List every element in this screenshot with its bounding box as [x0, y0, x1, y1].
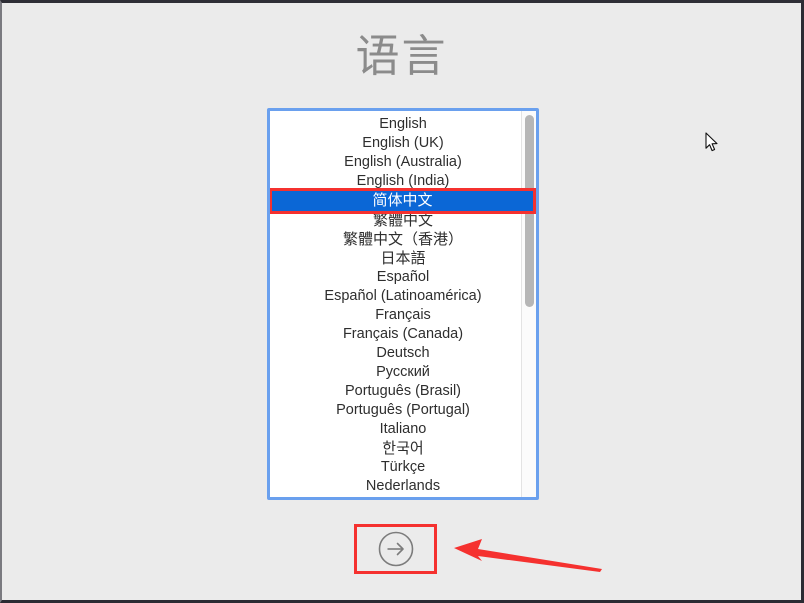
language-list-scrollbar[interactable] [521, 111, 536, 497]
language-option[interactable]: English (Australia) [270, 153, 536, 172]
language-option-selected[interactable]: 简体中文 [272, 191, 533, 211]
language-list: English English (UK) English (Australia) En… [270, 115, 536, 496]
language-option[interactable]: English (UK) [270, 134, 536, 153]
language-option[interactable]: Português (Brasil) [270, 382, 536, 401]
language-option[interactable]: Русский [270, 363, 536, 382]
language-option[interactable]: Español (Latinoamérica) [270, 287, 536, 306]
annotation-arrow-icon [442, 537, 612, 583]
language-option[interactable]: Português (Portugal) [270, 401, 536, 420]
language-option[interactable]: Italiano [270, 420, 536, 439]
language-option[interactable]: English [270, 115, 536, 134]
mouse-cursor-icon [705, 132, 721, 154]
next-button-highlight-box [354, 524, 437, 574]
language-option[interactable]: Français (Canada) [270, 325, 536, 344]
page-surface: 语言 English English (UK) English (Australia… [2, 3, 801, 600]
page-title: 语言 [355, 32, 448, 81]
language-option[interactable]: 繁體中文 [270, 211, 536, 230]
language-option[interactable]: Türkçe [270, 458, 536, 477]
language-option[interactable]: Español [270, 268, 536, 287]
language-option[interactable]: 繁體中文（香港） [270, 230, 536, 249]
scrollbar-thumb[interactable] [525, 115, 534, 307]
next-button[interactable] [357, 527, 434, 571]
language-list-viewport: English English (UK) English (Australia) En… [270, 111, 536, 497]
application-window: 语言 English English (UK) English (Australia… [0, 0, 804, 603]
language-option[interactable]: Deutsch [270, 344, 536, 363]
arrow-right-circle-icon [377, 530, 415, 568]
language-option[interactable]: Nederlands [270, 477, 536, 496]
language-option[interactable]: Français [270, 306, 536, 325]
language-listbox[interactable]: English English (UK) English (Australia) En… [267, 108, 539, 500]
language-option[interactable]: 한국어 [270, 439, 536, 458]
language-option[interactable]: English (India) [270, 172, 536, 191]
language-option[interactable]: 日本語 [270, 249, 536, 268]
